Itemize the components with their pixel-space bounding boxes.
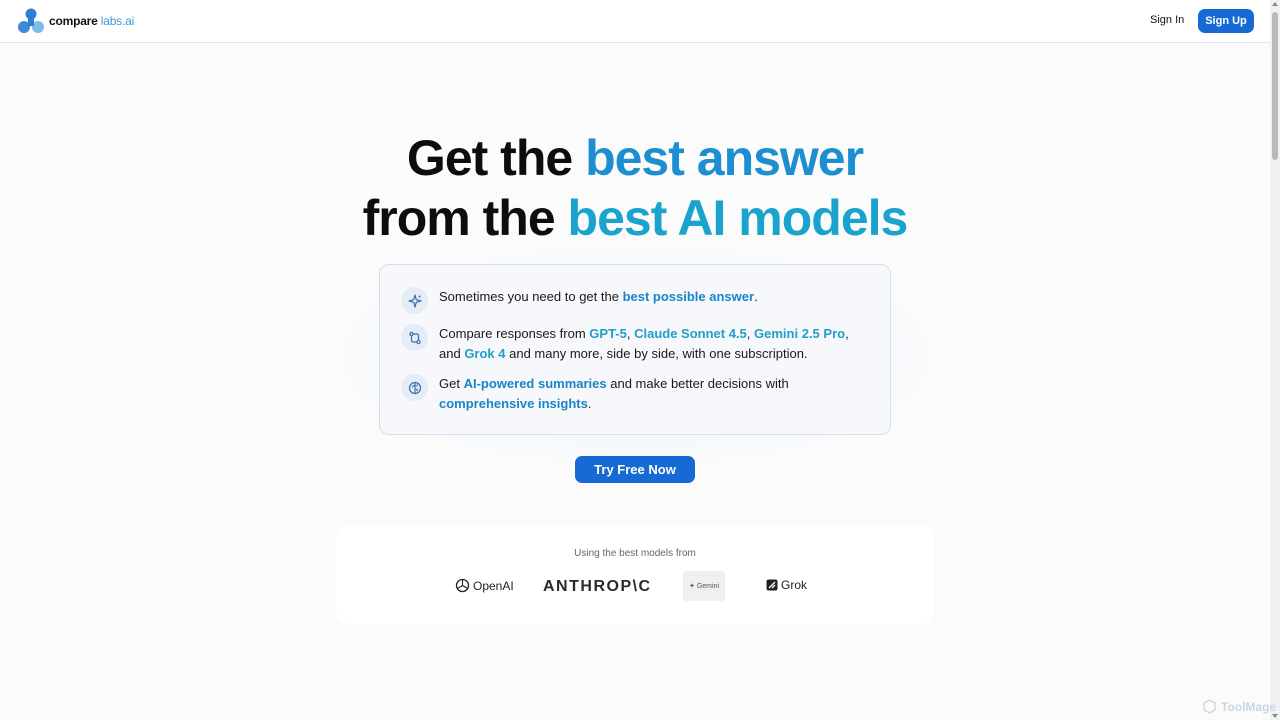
openai-icon <box>455 578 470 593</box>
feature-text: Get AI-powered summaries and make better… <box>439 376 789 411</box>
feature-item-summaries: Get AI-powered summaries and make better… <box>401 374 859 413</box>
gemini-logo: ✦ Gemini <box>683 571 725 601</box>
compare-arrows-icon <box>401 324 428 351</box>
hero-title: Get the best answer from the best AI mod… <box>0 128 1270 248</box>
scroll-down-arrow-icon[interactable] <box>1272 714 1278 718</box>
page-scrollbar[interactable] <box>1270 0 1280 720</box>
grok-icon <box>766 579 778 591</box>
top-nav-bar: compare labs.ai Sign In Sign Up <box>0 0 1270 43</box>
openai-logo: OpenAI <box>455 578 514 593</box>
feature-text: Sometimes you need to get the best possi… <box>439 289 758 304</box>
watermark-icon <box>1203 699 1216 714</box>
brain-icon <box>401 374 428 401</box>
feature-text: Compare responses from GPT-5, Claude Son… <box>439 326 849 361</box>
hero-line2-highlight: best AI models <box>567 190 909 246</box>
sign-in-button[interactable]: Sign In <box>1150 14 1184 26</box>
hero-line2-text: from the <box>362 190 568 246</box>
grok-logo: Grok <box>766 578 807 592</box>
watermark: ToolMage <box>1202 699 1276 714</box>
hero-line1-text: Get the <box>406 130 586 186</box>
gemini-sparkle-icon: ✦ <box>688 583 695 590</box>
logo-icon <box>18 8 44 33</box>
models-caption: Using the best models from <box>574 548 696 559</box>
logo-text: compare labs.ai <box>49 14 135 28</box>
scroll-up-arrow-icon[interactable] <box>1272 2 1278 6</box>
anthropic-logo: ANTHROP\C <box>543 578 652 595</box>
features-card: Sometimes you need to get the best possi… <box>379 264 891 435</box>
try-free-now-button[interactable]: Try Free Now <box>575 456 695 483</box>
feature-item-compare: Compare responses from GPT-5, Claude Son… <box>401 324 859 363</box>
sparkle-icon <box>401 287 428 314</box>
sign-up-button[interactable]: Sign Up <box>1198 9 1254 33</box>
models-strip: Using the best models from OpenAI ANTHRO… <box>336 525 934 624</box>
hero-line1-highlight: best answer <box>585 130 864 186</box>
scroll-thumb[interactable] <box>1272 12 1278 160</box>
feature-item-best-answer: Sometimes you need to get the best possi… <box>401 287 859 314</box>
logo[interactable]: compare labs.ai <box>17 8 134 34</box>
